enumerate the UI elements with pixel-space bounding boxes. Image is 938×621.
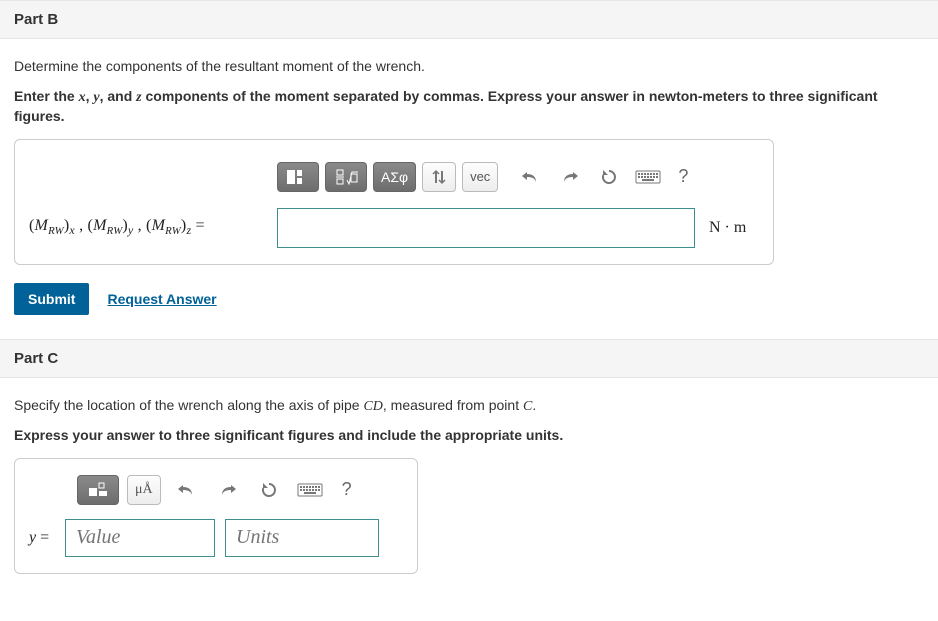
part-c-toolbar: μÅ ? xyxy=(29,475,401,505)
redo-icon xyxy=(218,482,238,498)
part-c-title: Part C xyxy=(14,350,58,367)
templates-icon xyxy=(285,168,311,186)
pc-c: C xyxy=(523,399,532,414)
part-b-prompt: Determine the components of the resultan… xyxy=(14,57,924,77)
submit-label: Submit xyxy=(28,291,75,307)
templates-button-c[interactable] xyxy=(77,475,119,505)
undo-button[interactable] xyxy=(513,162,547,192)
part-b-action-row: Submit Request Answer xyxy=(14,283,924,315)
help-button[interactable]: ? xyxy=(671,162,695,192)
part-b-answer-label: (MRW)x , (MRW)y , (MRW)z = xyxy=(29,217,269,238)
vec-label: vec xyxy=(470,169,490,184)
pc-pre: Specify the location of the wrench along… xyxy=(14,397,363,413)
pc-post: . xyxy=(532,397,536,413)
part-b-header: Part B xyxy=(0,0,938,39)
part-c-value-input[interactable] xyxy=(65,519,215,557)
part-b-units: N · m xyxy=(703,219,751,237)
instr-post: components of the moment separated by co… xyxy=(14,88,878,125)
part-c-body: Specify the location of the wrench along… xyxy=(0,378,938,582)
keyboard-button-c[interactable] xyxy=(293,475,327,505)
greek-button[interactable]: ΑΣφ xyxy=(373,162,416,192)
part-b-body: Determine the components of the resultan… xyxy=(0,39,938,339)
reset-button-c[interactable] xyxy=(253,475,285,505)
part-c-lhs: y = xyxy=(29,529,55,547)
reset-icon xyxy=(260,481,278,499)
reset-button[interactable] xyxy=(593,162,625,192)
redo-button-c[interactable] xyxy=(211,475,245,505)
reset-icon xyxy=(600,168,618,186)
undo-icon xyxy=(176,482,196,498)
part-c-instructions: Express your answer to three significant… xyxy=(14,426,924,446)
help-label-c: ? xyxy=(342,479,352,500)
request-answer-link[interactable]: Request Answer xyxy=(107,291,216,307)
templates-icon xyxy=(85,481,111,499)
fraction-root-icon xyxy=(333,168,359,186)
part-b-input-panel: ΑΣφ vec ? xyxy=(14,139,774,265)
instr-pre: Enter the xyxy=(14,88,79,104)
part-b-toolbar: ΑΣφ vec ? xyxy=(23,162,751,192)
subsup-icon xyxy=(430,168,448,186)
keyboard-button[interactable] xyxy=(631,162,665,192)
part-b-instructions: Enter the x, y, and z components of the … xyxy=(14,87,924,127)
var-x: x xyxy=(79,90,86,105)
part-b-answer-input[interactable] xyxy=(277,208,695,248)
undo-button-c[interactable] xyxy=(169,475,203,505)
keyboard-icon xyxy=(635,169,661,185)
help-button-c[interactable]: ? xyxy=(335,475,359,505)
units-button-c[interactable]: μÅ xyxy=(127,475,161,505)
part-c-prompt: Specify the location of the wrench along… xyxy=(14,396,924,417)
redo-button[interactable] xyxy=(553,162,587,192)
keyboard-icon xyxy=(297,482,323,498)
part-c-answer-row: y = xyxy=(29,519,401,557)
part-c-input-panel: μÅ ? y = xyxy=(14,458,418,574)
part-b-title: Part B xyxy=(14,11,58,28)
templates-button[interactable] xyxy=(277,162,319,192)
fraction-root-button[interactable] xyxy=(325,162,367,192)
part-b-answer-row: (MRW)x , (MRW)y , (MRW)z = N · m xyxy=(23,208,751,248)
undo-icon xyxy=(520,169,540,185)
vec-button[interactable]: vec xyxy=(462,162,498,192)
sep2: , and xyxy=(100,88,137,104)
subsup-button[interactable] xyxy=(422,162,456,192)
submit-button[interactable]: Submit xyxy=(14,283,89,315)
pc-mid: , measured from point xyxy=(383,397,523,413)
part-c-header: Part C xyxy=(0,339,938,378)
greek-label: ΑΣφ xyxy=(381,169,408,185)
part-c-units-input[interactable] xyxy=(225,519,379,557)
pc-cd: CD xyxy=(363,399,382,414)
units-label-c: μÅ xyxy=(135,482,153,498)
request-answer-label: Request Answer xyxy=(107,291,216,307)
redo-icon xyxy=(560,169,580,185)
help-label: ? xyxy=(678,166,688,187)
